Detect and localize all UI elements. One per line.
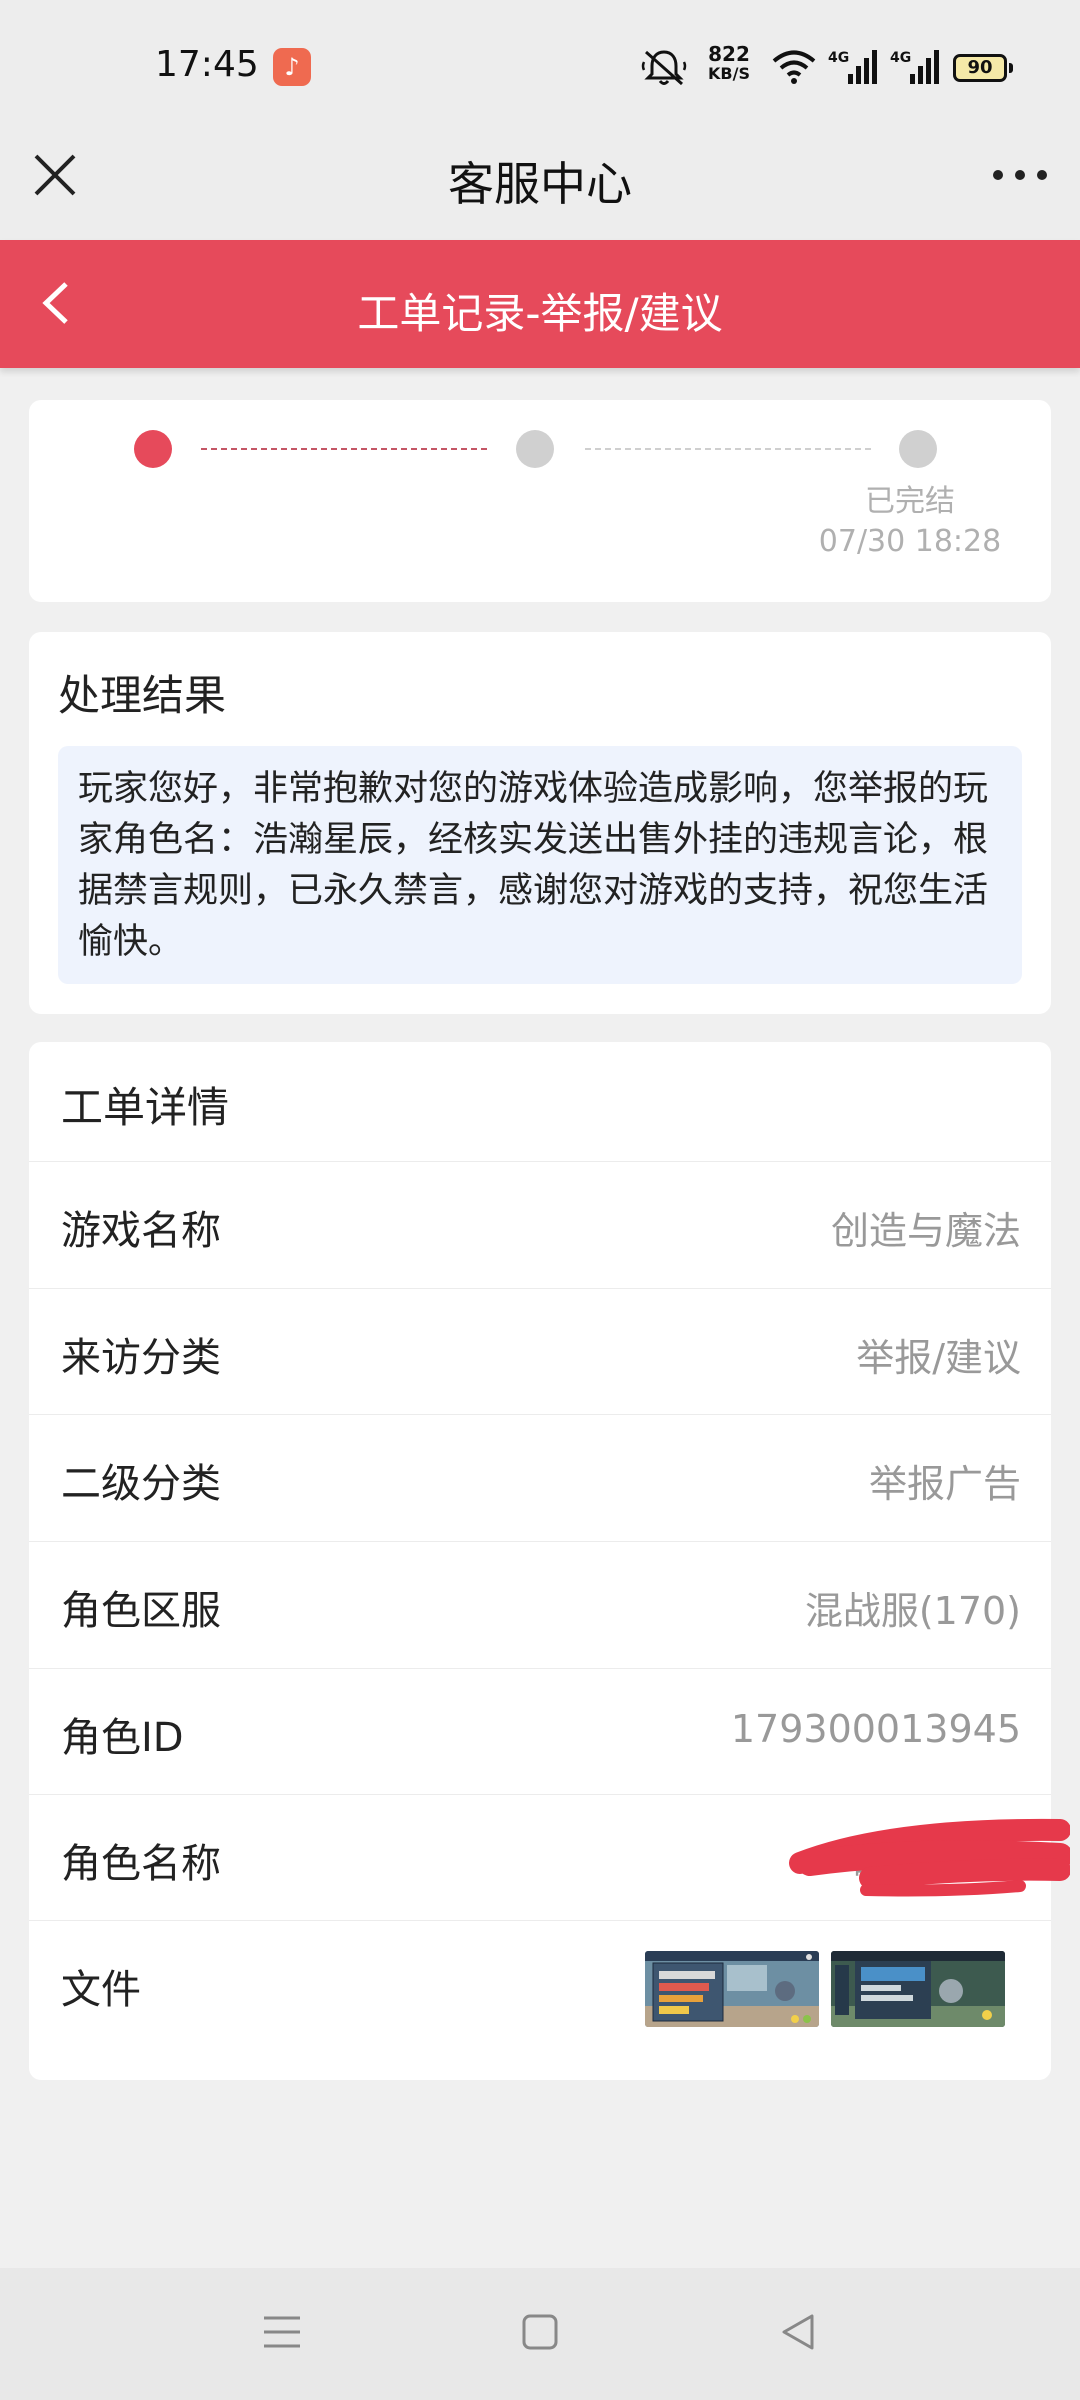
step-dot-processing	[516, 430, 554, 468]
detail-title: 工单详情	[61, 1083, 230, 1132]
step-dot-completed	[899, 430, 937, 468]
row-value: 创造与魔法	[830, 1209, 1021, 1253]
page-title: 客服中心	[448, 157, 632, 211]
step-dot-submitted	[134, 430, 172, 468]
home-square-icon[interactable]	[520, 2312, 560, 2352]
back-triangle-icon[interactable]	[778, 2312, 818, 2352]
network-speed: 822 KB/S	[708, 44, 750, 84]
signal-4g-icon: 4G	[828, 50, 877, 84]
detail-row-visit-category: 来访分类 举报/建议	[29, 1288, 1051, 1415]
more-icon[interactable]	[990, 160, 1050, 190]
step-completed-text: 已完结	[865, 484, 955, 519]
redaction-scribble	[789, 1818, 1070, 1897]
detail-row-server: 角色区服 混战服(170)	[29, 1541, 1051, 1668]
screenshot-thumbnail-2[interactable]	[831, 1951, 1005, 2027]
signal-4g-icon: 4G	[890, 50, 939, 84]
svg-text:4G: 4G	[890, 50, 911, 66]
row-value: 混战服(170)	[804, 1589, 1021, 1633]
step-completed-label: 已完结 07/30 18:28	[810, 482, 1010, 562]
svg-text:4G: 4G	[828, 50, 849, 66]
detail-row-subcategory: 二级分类 举报广告	[29, 1414, 1051, 1541]
title-bar: 客服中心	[0, 130, 1080, 240]
music-app-icon: ♪	[273, 48, 311, 86]
row-label: 二级分类	[61, 1461, 221, 1507]
network-speed-unit: KB/S	[708, 64, 750, 83]
detail-row-files: 文件	[29, 1920, 1051, 2047]
system-nav-bar	[0, 2268, 1080, 2400]
row-value: 179300013945	[730, 1707, 1021, 1751]
row-label: 文件	[61, 1967, 141, 2013]
row-label: 游戏名称	[61, 1208, 221, 1254]
battery-icon: 90	[953, 54, 1013, 82]
status-bar: 17:45 ♪ 822 KB/S 4G 4G 90	[0, 0, 1080, 130]
progress-card: 已完结 07/30 18:28	[29, 400, 1051, 602]
row-value: 举报广告	[868, 1462, 1021, 1506]
detail-card: 工单详情 游戏名称 创造与魔法 来访分类 举报/建议 二级分类 举报广告 角色区…	[29, 1042, 1051, 2080]
result-text: 玩家您好，非常抱歉对您的游戏体验造成影响，您举报的玩家角色名：浩瀚星辰，经核实发…	[58, 746, 1022, 984]
row-label: 角色ID	[61, 1715, 184, 1761]
row-label: 角色名称	[61, 1841, 221, 1887]
detail-row-game-name: 游戏名称 创造与魔法	[29, 1161, 1051, 1288]
network-speed-value: 822	[708, 42, 750, 66]
mute-bell-icon	[641, 50, 687, 86]
step-connector-1	[201, 448, 487, 450]
screenshot-thumbnail-1[interactable]	[645, 1951, 819, 2027]
result-title: 处理结果	[58, 671, 227, 720]
row-label: 来访分类	[61, 1335, 221, 1381]
sub-header: 工单记录-举报/建议	[0, 240, 1080, 368]
status-time: 17:45	[155, 44, 259, 85]
wifi-icon	[772, 50, 816, 84]
step-completed-time: 07/30 18:28	[818, 524, 1002, 559]
result-card: 处理结果 玩家您好，非常抱歉对您的游戏体验造成影响，您举报的玩家角色名：浩瀚星辰…	[29, 632, 1051, 1014]
row-label: 角色区服	[61, 1588, 221, 1634]
menu-icon[interactable]	[262, 2312, 302, 2352]
row-value: 举报/建议	[856, 1336, 1021, 1380]
step-connector-2	[585, 448, 871, 450]
header-title: 工单记录-举报/建议	[357, 289, 723, 338]
detail-row-role-id: 角色ID 179300013945	[29, 1668, 1051, 1795]
